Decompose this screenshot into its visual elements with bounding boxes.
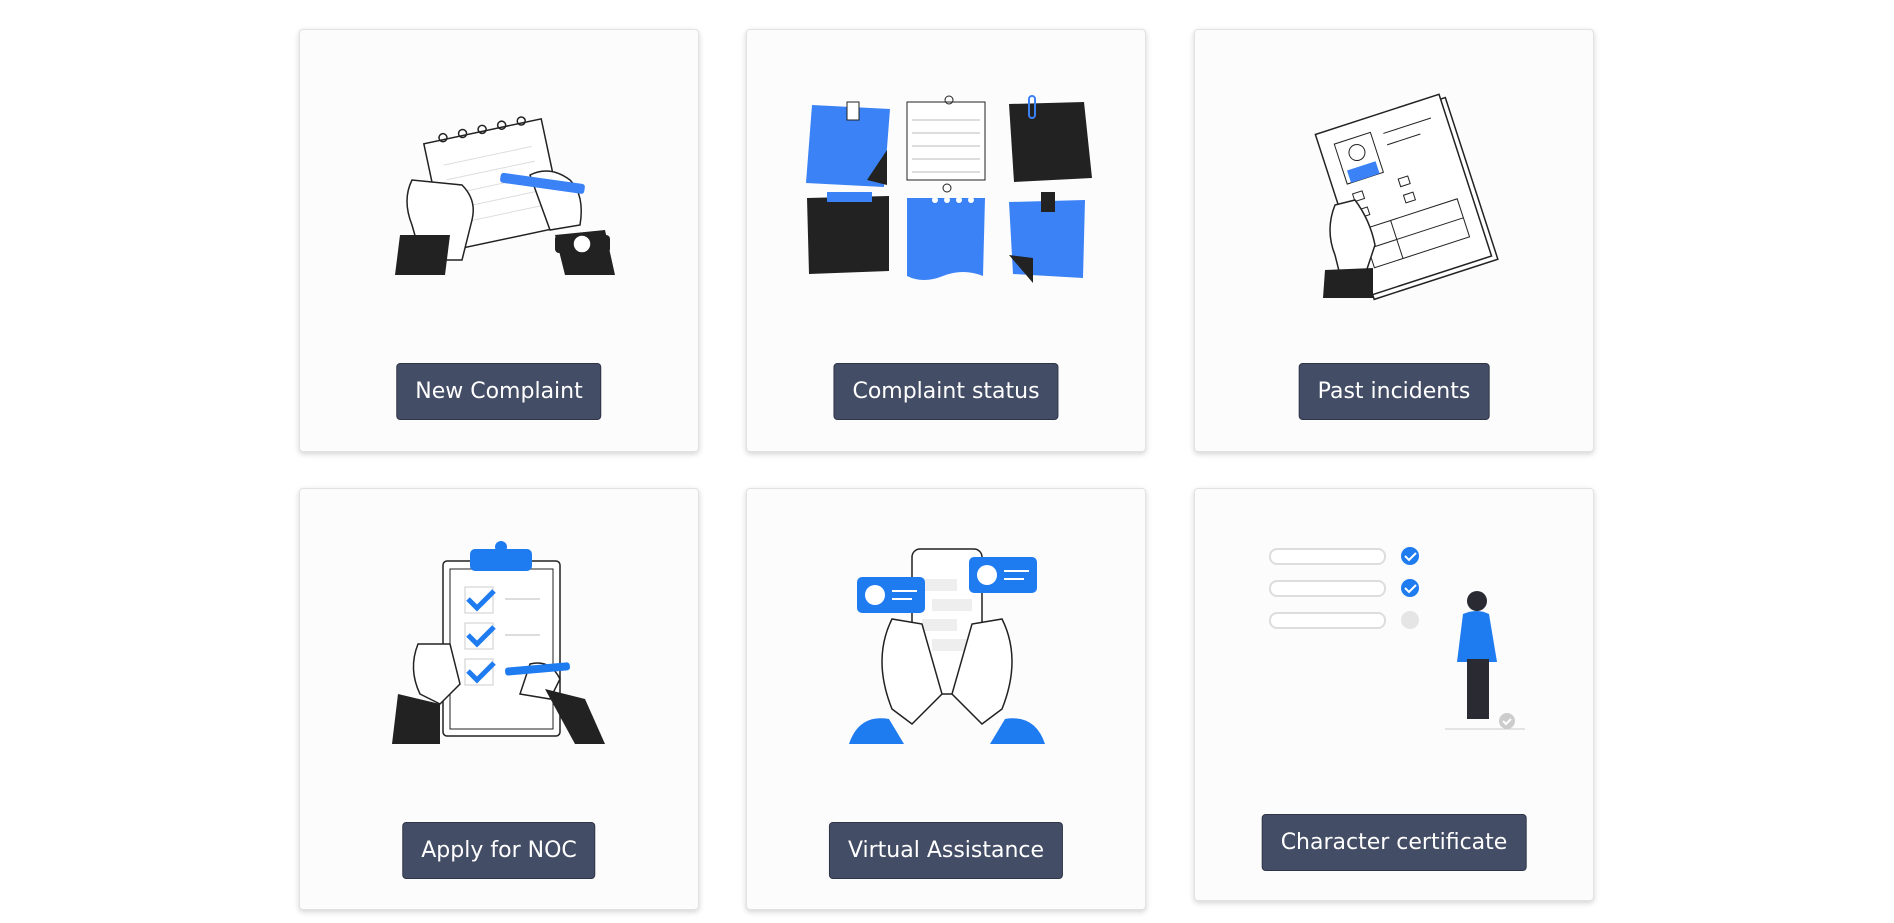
phone-chat-icon [849, 548, 1045, 744]
checklist-clipboard-icon [392, 541, 605, 744]
record-file-icon [1314, 93, 1499, 301]
card-apply-noc: Apply for NOC [299, 488, 699, 910]
past-incidents-button[interactable]: Past incidents [1298, 363, 1490, 420]
apply-noc-button[interactable]: Apply for NOC [402, 822, 596, 879]
card-new-complaint: New Complaint [299, 29, 699, 452]
sticky-notes-icon [806, 95, 1092, 283]
card-past-incidents: Past incidents [1194, 29, 1594, 452]
writing-notepad-icon [395, 116, 615, 275]
card-character-certificate: Character certificate [1194, 488, 1594, 901]
card-complaint-status: Complaint status [746, 29, 1146, 452]
person-checklist-icon [1269, 547, 1525, 730]
card-virtual-assistance: Virtual Assistance [746, 488, 1146, 910]
character-certificate-button[interactable]: Character certificate [1261, 814, 1527, 871]
services-grid: New Complaint Complaint status Past inci… [0, 0, 1894, 923]
complaint-status-button[interactable]: Complaint status [833, 363, 1059, 420]
new-complaint-button[interactable]: New Complaint [396, 363, 602, 420]
virtual-assistance-button[interactable]: Virtual Assistance [828, 822, 1064, 879]
